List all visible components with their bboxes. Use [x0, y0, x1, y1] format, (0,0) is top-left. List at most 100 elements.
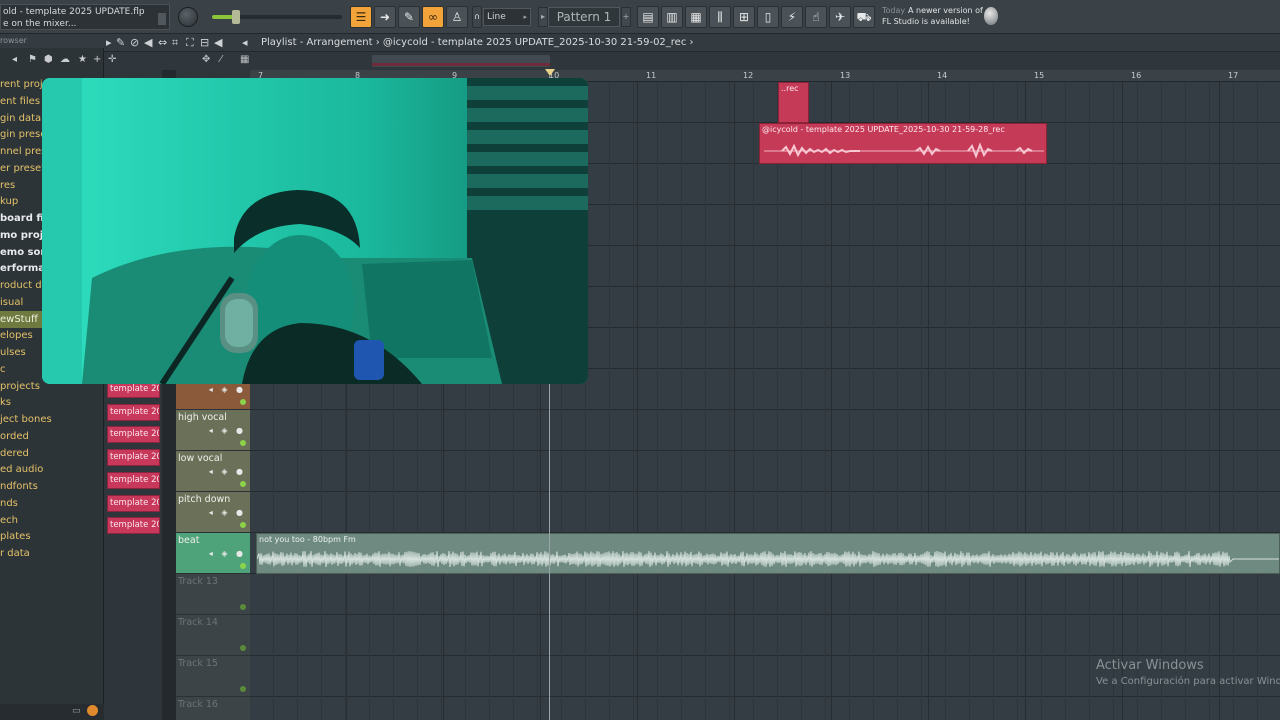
browser-item[interactable]: r data: [0, 545, 30, 562]
pattern-clip[interactable]: template 202..: [107, 494, 160, 512]
draw-tool-icon[interactable]: ✎: [116, 36, 125, 49]
track-controls-icon[interactable]: ◂ ◈ ●: [209, 426, 246, 435]
track-enable-led[interactable]: [240, 399, 246, 405]
track-enable-led[interactable]: [240, 440, 246, 446]
browser-item[interactable]: roduct de: [0, 277, 48, 294]
pencil-icon[interactable]: ✎: [398, 6, 420, 28]
browser-item[interactable]: ulses: [0, 344, 26, 361]
piano-roll-icon[interactable]: ▥: [661, 6, 683, 28]
track-name[interactable]: pitch down: [178, 494, 230, 505]
track-enable-led[interactable]: [240, 686, 246, 692]
pattern-clip[interactable]: template 202..: [107, 449, 160, 467]
browser-item[interactable]: plates: [0, 528, 31, 545]
star-icon[interactable]: ★: [78, 54, 87, 65]
browser-item[interactable]: isual: [0, 294, 23, 311]
track-header[interactable]: low vocal ◂ ◈ ●: [176, 451, 250, 492]
track-name[interactable]: Track 16: [178, 699, 218, 710]
slice-tool-icon[interactable]: ⊟: [200, 36, 209, 49]
select-tool-icon[interactable]: ⌗: [172, 36, 178, 50]
browser-item[interactable]: elopes: [0, 327, 33, 344]
clip-icon[interactable]: ⬢: [44, 54, 53, 65]
pattern-clip[interactable]: template 202..: [107, 403, 160, 421]
browser-item[interactable]: ech: [0, 512, 18, 529]
title-scroll[interactable]: [158, 13, 166, 25]
playlist-icon[interactable]: ▤: [637, 6, 659, 28]
mute-tool-icon[interactable]: ◀: [144, 36, 152, 49]
magnet-icon[interactable]: ∩: [472, 6, 482, 28]
pattern-clip[interactable]: template 202..: [107, 426, 160, 444]
browser-item[interactable]: res: [0, 177, 15, 194]
move-icon[interactable]: ✛: [108, 54, 116, 65]
overview-scrollbar[interactable]: [372, 55, 550, 67]
pencil-small-icon[interactable]: ⁄: [220, 54, 222, 65]
snap-select[interactable]: Line ▸: [483, 8, 531, 26]
track-controls-icon[interactable]: ◂ ◈ ●: [209, 385, 246, 394]
channel-rack-icon[interactable]: ▦: [685, 6, 707, 28]
project-title-box[interactable]: old - template 2025 UPDATE.flp e on the …: [0, 4, 170, 30]
menu-arrow-icon[interactable]: ▸: [106, 36, 112, 49]
plugin-database-icon[interactable]: ⊞: [733, 6, 755, 28]
pattern-song-toggle[interactable]: ☰: [350, 6, 372, 28]
track-enable-led[interactable]: [240, 563, 246, 569]
touch-icon[interactable]: ☝: [805, 6, 827, 28]
playback-tool-icon[interactable]: ◀: [214, 36, 222, 49]
master-volume-knob[interactable]: [178, 7, 198, 27]
fl-cloud-icon[interactable]: [87, 705, 98, 716]
cloud-icon[interactable]: ☁: [60, 54, 70, 65]
track-name[interactable]: Track 15: [178, 658, 218, 669]
browser-item[interactable]: ewStuff: [0, 310, 42, 328]
browser-header[interactable]: rowser: [0, 34, 104, 48]
folder-icon[interactable]: ▭: [72, 706, 81, 716]
track-header[interactable]: Track 13: [176, 574, 250, 615]
track-enable-led[interactable]: [240, 604, 246, 610]
pattern-clip[interactable]: template 202..: [107, 517, 160, 535]
track-enable-led[interactable]: [240, 645, 246, 651]
tag-icon[interactable]: ⚑: [28, 54, 37, 65]
metronome-icon[interactable]: ♙: [446, 6, 468, 28]
browser-item[interactable]: ject bones: [0, 411, 52, 428]
fl-studio-logo-icon[interactable]: [984, 7, 998, 25]
track-enable-led[interactable]: [240, 522, 246, 528]
pattern-selector[interactable]: Pattern 1: [548, 7, 620, 27]
arrow-right-icon[interactable]: ➜: [374, 6, 396, 28]
pattern-prev-icon[interactable]: ▸: [538, 7, 548, 27]
project-icon[interactable]: ▯: [757, 6, 779, 28]
cart-icon[interactable]: ⛟: [853, 6, 875, 28]
grid-icon[interactable]: ▦: [240, 54, 249, 65]
track-name[interactable]: high vocal: [178, 412, 227, 423]
browser-item[interactable]: orded: [0, 428, 29, 445]
browser-item[interactable]: projects: [0, 378, 40, 395]
browser-item[interactable]: ks: [0, 394, 11, 411]
track-header[interactable]: pitch down ◂ ◈ ●: [176, 492, 250, 533]
playhead-marker-icon[interactable]: [545, 69, 555, 76]
browser-item[interactable]: kup: [0, 193, 18, 210]
track-enable-led[interactable]: [240, 481, 246, 487]
slip-tool-icon[interactable]: ⇔: [158, 36, 167, 49]
track-name[interactable]: low vocal: [178, 453, 222, 464]
window-menu-icon[interactable]: ◂: [242, 36, 248, 49]
audio-clip-small-rec[interactable]: ..rec: [778, 82, 809, 123]
browser-item[interactable]: ed audio: [0, 461, 43, 478]
link-icon[interactable]: ∞: [422, 6, 444, 28]
delete-tool-icon[interactable]: ⊘: [130, 36, 139, 49]
news-panel[interactable]: Today A newer version of FL Studio is av…: [878, 4, 988, 30]
browser-item[interactable]: ent files: [0, 93, 40, 110]
track-header[interactable]: high vocal ◂ ◈ ●: [176, 410, 250, 451]
browser-item[interactable]: dered: [0, 445, 29, 462]
track-header[interactable]: Track 15: [176, 656, 250, 697]
master-pitch-slider[interactable]: [212, 10, 342, 24]
track-controls-icon[interactable]: ◂ ◈ ●: [209, 467, 246, 476]
add-icon[interactable]: +: [93, 54, 101, 65]
slider-thumb[interactable]: [232, 10, 240, 24]
collapse-icon[interactable]: ◂: [12, 54, 17, 65]
browser-item[interactable]: nds: [0, 495, 18, 512]
zoom-tool-icon[interactable]: ⛶: [186, 36, 194, 50]
add-pattern-icon[interactable]: +: [621, 7, 631, 27]
track-name[interactable]: Track 13: [178, 576, 218, 587]
move-icon-2[interactable]: ✥: [202, 54, 210, 65]
plugin-icon[interactable]: ⚡: [781, 6, 803, 28]
track-controls-icon[interactable]: ◂ ◈ ●: [209, 549, 246, 558]
track-controls-icon[interactable]: ◂ ◈ ●: [209, 508, 246, 517]
audio-clip-beat[interactable]: not you too - 80bpm Fm: [256, 533, 1280, 574]
track-name[interactable]: Track 14: [178, 617, 218, 628]
